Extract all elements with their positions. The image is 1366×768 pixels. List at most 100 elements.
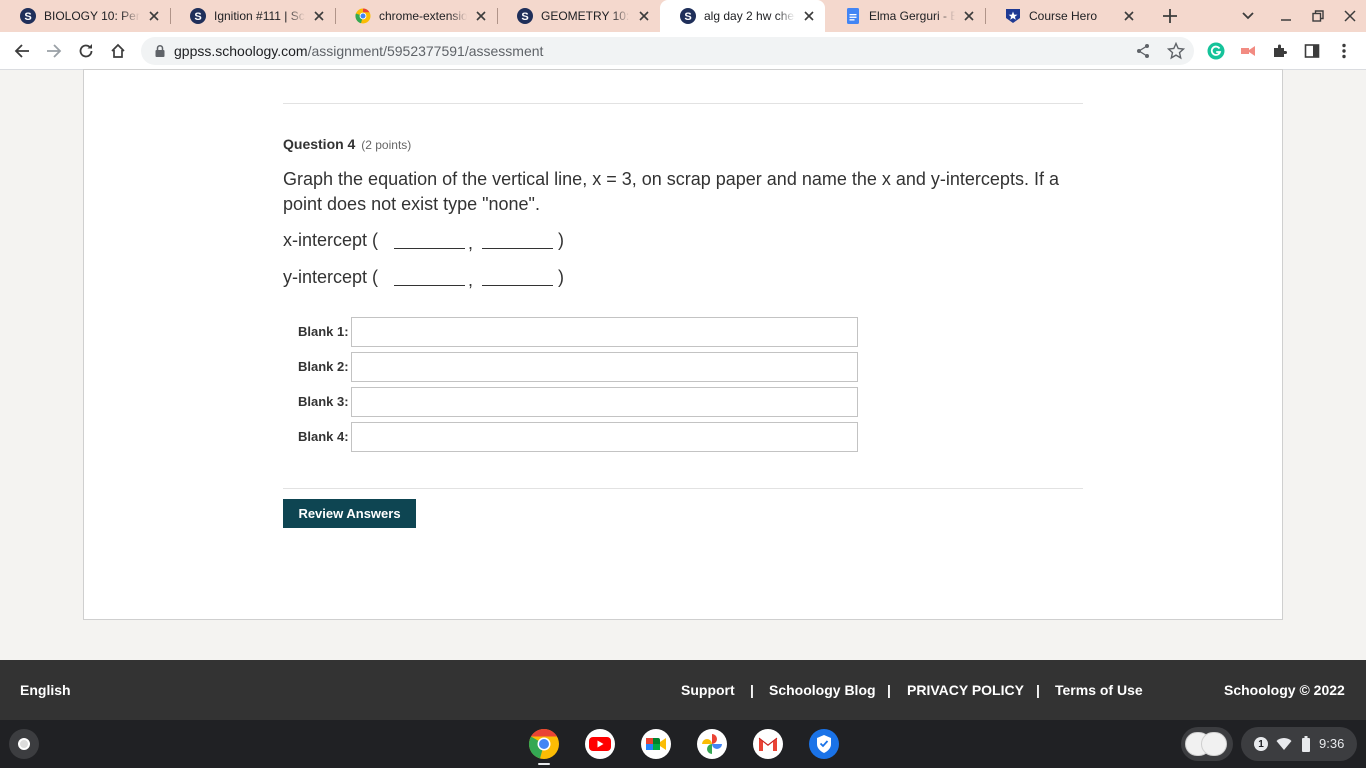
home-button[interactable] [104, 37, 132, 65]
schoology-icon: S [190, 8, 206, 24]
chrome-icon[interactable] [528, 728, 560, 760]
reload-button[interactable] [72, 37, 100, 65]
plus-icon [1163, 9, 1177, 23]
google-meet-icon[interactable] [640, 728, 672, 760]
review-answers-button[interactable]: Review Answers [283, 499, 416, 528]
footer-copyright: Schoology © 2022 [1224, 682, 1345, 698]
close-tab-icon[interactable] [146, 8, 162, 24]
question-text: Graph the equation of the vertical line,… [283, 169, 1059, 214]
blank-3-input[interactable] [351, 387, 858, 417]
footer-link-terms[interactable]: Terms of Use [1055, 682, 1143, 698]
tab-title: BIOLOGY 10: Per7-8 [44, 9, 140, 23]
launcher-icon [18, 738, 30, 750]
restore-button[interactable] [1306, 4, 1330, 28]
blank-row-4: Blank 4: [298, 422, 858, 452]
youtube-icon[interactable] [584, 728, 616, 760]
back-button[interactable] [8, 37, 36, 65]
google-photos-icon[interactable] [696, 728, 728, 760]
blank-row-1: Blank 1: [298, 317, 858, 347]
side-panel-button[interactable] [1298, 37, 1326, 65]
minimize-icon [1281, 19, 1291, 21]
tab-title: Elma Gerguri - BTD [869, 9, 955, 23]
close-tab-icon[interactable] [636, 8, 652, 24]
blank-2-input[interactable] [351, 352, 858, 382]
x-intercept-comma: , [468, 233, 474, 253]
tab-course-hero[interactable]: Course Hero [985, 0, 1145, 32]
blank-label: Blank 3: [298, 394, 349, 409]
close-tab-icon[interactable] [801, 8, 817, 24]
y-intercept-comma: , [468, 270, 474, 290]
launcher-button[interactable] [9, 729, 39, 759]
tab-geometry[interactable]: S GEOMETRY 10: Per [497, 0, 660, 32]
screencast-extension[interactable] [1234, 37, 1262, 65]
tab-title: GEOMETRY 10: Per [541, 9, 630, 23]
tab-strip: S BIOLOGY 10: Per7-8 S Ignition #111 | S… [0, 0, 1366, 32]
assessment-card: Question 4 (2 points) Graph the equation… [83, 69, 1283, 620]
close-window-button[interactable] [1338, 4, 1362, 28]
close-tab-icon[interactable] [311, 8, 327, 24]
close-tab-icon[interactable] [1121, 8, 1137, 24]
address-bar[interactable]: gppss.schoology.com/assignment/595237759… [141, 37, 1194, 65]
x-intercept-blank-line-1 [394, 248, 465, 249]
google-docs-icon [845, 8, 861, 24]
more-vert-icon [1342, 43, 1346, 59]
tab-elma-gerguri[interactable]: Elma Gerguri - BTD [825, 0, 985, 32]
schoology-icon: S [20, 8, 36, 24]
y-intercept-label: y-intercept ( [283, 267, 379, 287]
svg-text:S: S [24, 11, 31, 23]
extensions-button[interactable] [1266, 37, 1294, 65]
forward-button[interactable] [40, 37, 68, 65]
tote-holding-space[interactable] [1181, 727, 1233, 761]
status-tray[interactable]: 1 9:36 [1241, 727, 1357, 761]
minimize-button[interactable] [1274, 4, 1298, 28]
question-heading: Question 4 (2 points) [283, 136, 411, 152]
share-icon[interactable] [1135, 43, 1151, 59]
site-footer: English Support | Schoology Blog | PRIVA… [0, 660, 1366, 720]
holding-item-thumbnail [1201, 732, 1227, 756]
restore-icon [1312, 10, 1324, 22]
x-intercept-label: x-intercept ( [283, 230, 379, 250]
blank-1-input[interactable] [351, 317, 858, 347]
blank-label: Blank 1: [298, 324, 349, 339]
x-intercept-close-paren: ) [558, 230, 564, 250]
close-tab-icon[interactable] [961, 8, 977, 24]
page-content: Question 4 (2 points) Graph the equation… [0, 69, 1366, 660]
tab-alg-day-2[interactable]: S alg day 2 hw check [660, 0, 825, 32]
new-tab-button[interactable] [1158, 4, 1182, 28]
grammarly-extension[interactable] [1202, 37, 1230, 65]
schoology-icon: S [517, 8, 533, 24]
tab-chrome-extension[interactable]: chrome-extension:// [335, 0, 497, 32]
blank-4-input[interactable] [351, 422, 858, 452]
security-shield-icon[interactable] [808, 728, 840, 760]
svg-text:S: S [194, 11, 201, 23]
os-shelf: 1 9:36 [0, 720, 1366, 768]
schoology-icon: S [680, 8, 696, 24]
url-path: /assignment/5952377591/assessment [307, 43, 544, 59]
course-hero-icon [1005, 8, 1021, 24]
browser-menu-button[interactable] [1330, 37, 1358, 65]
footer-link-blog[interactable]: Schoology Blog [769, 682, 876, 698]
footer-separator: | [887, 682, 891, 698]
url-text[interactable]: gppss.schoology.com/assignment/595237759… [174, 43, 543, 59]
tab-search-button[interactable] [1236, 4, 1260, 28]
arrow-left-icon [14, 44, 29, 58]
gmail-icon[interactable] [752, 728, 784, 760]
tab-ignition[interactable]: S Ignition #111 | Schoology [170, 0, 335, 32]
clock: 9:36 [1319, 736, 1345, 751]
battery-icon [1302, 736, 1310, 752]
notification-count-badge: 1 [1254, 737, 1268, 751]
blank-label: Blank 4: [298, 429, 349, 444]
footer-link-support[interactable]: Support [681, 682, 735, 698]
footer-separator: | [750, 682, 754, 698]
lock-icon[interactable] [153, 44, 167, 58]
tab-biology[interactable]: S BIOLOGY 10: Per7-8 [0, 0, 170, 32]
wifi-icon [1276, 738, 1292, 750]
close-tab-icon[interactable] [473, 8, 489, 24]
screencast-icon [1241, 46, 1255, 56]
bookmark-star-icon[interactable] [1167, 42, 1185, 60]
language-selector[interactable]: English [20, 682, 71, 698]
footer-link-privacy[interactable]: PRIVACY POLICY [907, 682, 1024, 698]
active-app-indicator [538, 763, 550, 765]
question-number: Question 4 [283, 136, 356, 152]
tab-title: alg day 2 hw check [704, 9, 795, 23]
